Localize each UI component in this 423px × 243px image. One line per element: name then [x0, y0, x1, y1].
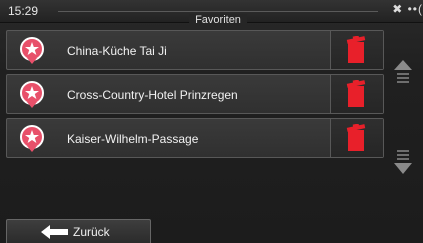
trash-icon: [346, 124, 366, 151]
list-scrollbar[interactable]: [390, 30, 416, 180]
title-divider: Favoriten: [58, 11, 378, 26]
back-button-label: Zurück: [73, 225, 110, 239]
favorites-screen: 15:29 Favoriten ✖ ••( China-Küche Tai Ji: [0, 0, 423, 243]
poi-marker-icon: [20, 125, 44, 152]
delete-favorite-button[interactable]: [330, 119, 383, 157]
trash-icon: [346, 80, 366, 107]
trash-icon: [346, 36, 366, 63]
back-arrow-icon: [41, 225, 68, 239]
favorite-item[interactable]: China-Küche Tai Ji: [6, 30, 384, 70]
scroll-down-icon[interactable]: [392, 148, 414, 176]
scroll-up-icon[interactable]: [392, 58, 414, 86]
back-button[interactable]: Zurück: [6, 219, 151, 243]
gps-signal-icon: ✖ ••(: [392, 2, 423, 16]
favorites-list: China-Küche Tai Ji Cross-Country-Hotel P…: [6, 30, 384, 162]
clock: 15:29: [8, 4, 39, 18]
delete-favorite-button[interactable]: [330, 75, 383, 113]
favorite-item[interactable]: Kaiser-Wilhelm-Passage: [6, 118, 384, 158]
page-title: Favoriten: [189, 14, 247, 26]
poi-marker-icon: [20, 81, 44, 108]
poi-marker-icon: [20, 37, 44, 64]
favorite-item-label: Cross-Country-Hotel Prinzregen: [67, 88, 238, 102]
favorite-item[interactable]: Cross-Country-Hotel Prinzregen: [6, 74, 384, 114]
delete-favorite-button[interactable]: [330, 31, 383, 69]
status-bar: 15:29 Favoriten ✖ ••(: [0, 0, 423, 26]
bottom-bar: Zurück: [0, 215, 423, 243]
favorite-item-label: Kaiser-Wilhelm-Passage: [67, 132, 199, 146]
favorite-item-label: China-Küche Tai Ji: [67, 44, 167, 58]
